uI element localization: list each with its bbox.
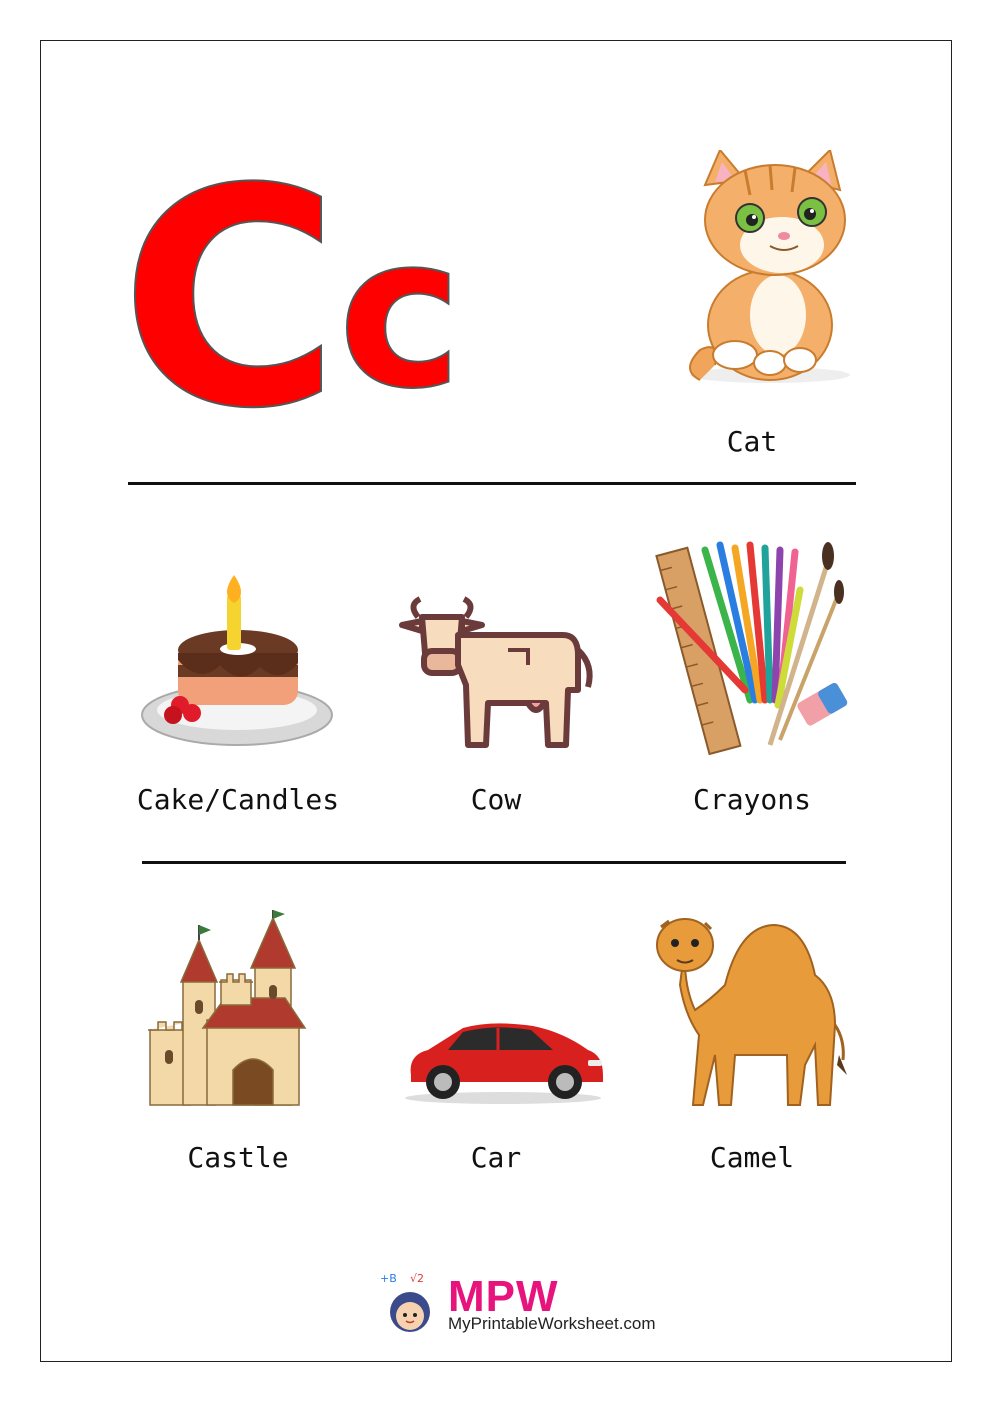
svg-text:+B: +B <box>380 1272 397 1285</box>
item-label-camel: Camel <box>709 1141 795 1174</box>
svg-text:√2: √2 <box>410 1272 424 1285</box>
lowercase-letter: c <box>337 190 463 435</box>
castle-icon <box>148 910 307 1106</box>
crayons-icon <box>655 541 848 755</box>
item-label-cake: Cake/Candles <box>136 783 340 816</box>
item-label-castle: Castle <box>187 1141 289 1174</box>
divider-bottom <box>142 861 846 864</box>
kid-mascot-icon: +B √2 <box>380 1272 430 1332</box>
letter-heading: C c <box>119 149 500 451</box>
site-url: MyPrintableWorksheet.com <box>448 1314 656 1333</box>
uppercase-letter: C <box>119 125 341 474</box>
mpw-logo: +B √2 MPW MyPrintableWorksheet.com <box>378 1270 678 1340</box>
item-label-cow: Cow <box>470 783 522 816</box>
cake-icon <box>141 575 333 746</box>
item-label-car: Car <box>470 1141 522 1174</box>
car-icon <box>405 1023 603 1104</box>
divider-top <box>128 482 856 485</box>
camel-icon <box>656 918 847 1106</box>
cow-icon <box>399 596 593 748</box>
item-label-cat: Cat <box>726 425 778 458</box>
cat-icon <box>689 150 850 383</box>
item-label-crayons: Crayons <box>692 783 811 816</box>
